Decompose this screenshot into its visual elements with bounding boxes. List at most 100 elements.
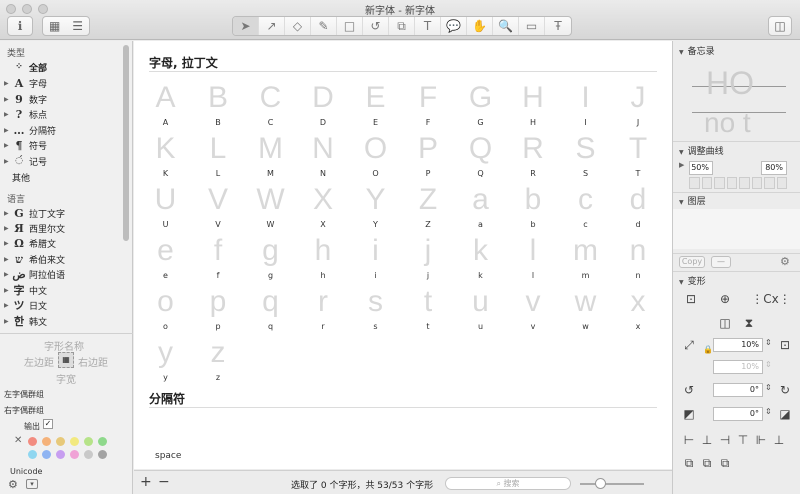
glyph-cell-R[interactable]: RR — [507, 132, 560, 182]
slant-field[interactable]: 0° — [713, 407, 763, 421]
glyph-cell-T[interactable]: TT — [612, 132, 665, 182]
glyph-cell-Z[interactable]: ZZ — [402, 183, 455, 233]
glyph-cell-o[interactable]: oo — [139, 285, 192, 335]
disclosure-triangle-icon[interactable]: ▼ — [679, 279, 684, 286]
align-top-icon[interactable]: ⊤ — [735, 432, 751, 448]
glyph-cell-j[interactable]: jj — [402, 234, 455, 284]
glyph-cell-w[interactable]: ww — [559, 285, 612, 335]
curve-presets[interactable] — [689, 177, 787, 189]
glyph-cell-X[interactable]: XX — [297, 183, 350, 233]
color-swatch-dark-green[interactable] — [98, 437, 107, 446]
sidebar-item-greek[interactable]: ▶ Ω 希腊文 — [4, 236, 56, 250]
align-bottom-icon[interactable]: ⊥ — [771, 432, 787, 448]
select-all-layers-icon[interactable]: ↗ — [259, 17, 285, 35]
glyph-cell-F[interactable]: FF — [402, 81, 455, 131]
glyph-cell-N[interactable]: NN — [297, 132, 350, 182]
lock-icon[interactable]: 🔒 — [703, 345, 713, 354]
glyph-cell-n[interactable]: nn — [612, 234, 665, 284]
disclosure-triangle-icon[interactable]: ▶ — [4, 302, 12, 309]
glyph-cell-l[interactable]: ll — [507, 234, 560, 284]
glyph-cell-a[interactable]: aa — [454, 183, 507, 233]
copy-button[interactable]: Copy — [679, 256, 705, 268]
glyph-cell-b[interactable]: bb — [507, 183, 560, 233]
align-middle-icon[interactable]: ⊩ — [753, 432, 769, 448]
rotate-right-icon[interactable]: ↻ — [777, 382, 793, 398]
disclosure-triangle-icon[interactable]: ▶ — [4, 127, 12, 134]
glyph-cell-v[interactable]: vv — [507, 285, 560, 335]
glyph-cell-u[interactable]: uu — [454, 285, 507, 335]
glyph-cell-r[interactable]: rr — [297, 285, 350, 335]
color-swatch-dark-blue[interactable] — [42, 450, 51, 459]
left-kerning-group-label[interactable]: 左字偶群组 — [4, 389, 44, 400]
zoom-tool-icon[interactable]: 🔍 — [493, 17, 519, 35]
right-kerning-group-label[interactable]: 右字偶群组 — [4, 405, 44, 416]
curve-right-field[interactable]: 80% — [761, 161, 787, 175]
glyph-cell-L[interactable]: LL — [192, 132, 245, 182]
color-swatch-orange[interactable] — [42, 437, 51, 446]
union-icon[interactable]: ⧉ — [681, 455, 697, 471]
align-left-icon[interactable]: ⊢ — [681, 432, 697, 448]
unicode-label[interactable]: Unicode — [10, 467, 42, 476]
disclosure-triangle-icon[interactable]: ▼ — [679, 149, 684, 156]
disclosure-triangle-icon[interactable]: ▼ — [679, 199, 684, 206]
glyph-cell-m[interactable]: mm — [559, 234, 612, 284]
glyph-cell-h[interactable]: hh — [297, 234, 350, 284]
sidebar-item-cyrillic[interactable]: ▶ Я 西里尔文 — [4, 221, 65, 235]
glyph-cell-E[interactable]: EE — [349, 81, 402, 131]
glyph-cell-space[interactable]: space — [155, 451, 181, 461]
slant-stepper[interactable]: ⇕ — [765, 407, 772, 416]
glyph-cell-x[interactable]: xx — [612, 285, 665, 335]
scale-tool-icon[interactable]: ⧉ — [389, 17, 415, 35]
pencil-tool-icon[interactable]: ✎ — [311, 17, 337, 35]
glyph-cell-M[interactable]: MM — [244, 132, 297, 182]
color-swatch-light-blue[interactable] — [28, 450, 37, 459]
color-swatch-brown[interactable] — [56, 437, 65, 446]
remove-glyph-button[interactable]: − — [158, 474, 170, 490]
scale-stepper[interactable]: ⇕ — [765, 338, 772, 347]
disclosure-triangle-icon[interactable]: ▶ — [4, 80, 12, 87]
sidebar-item-all[interactable]: ⁘ 全部 — [4, 60, 47, 74]
slant-right-icon[interactable]: ◪ — [777, 406, 793, 422]
glyph-cell-i[interactable]: ii — [349, 234, 402, 284]
glyph-cell-U[interactable]: UU — [139, 183, 192, 233]
disclosure-triangle-icon[interactable]: ▶ — [4, 271, 12, 278]
sidebar-item-latin[interactable]: ▶ G 拉丁文字 — [4, 206, 65, 220]
glyph-cell-W[interactable]: WW — [244, 183, 297, 233]
toggle-sidebar-button[interactable]: ◫ — [768, 16, 792, 36]
sidebar-item-letters[interactable]: ▶ A 字母 — [4, 76, 47, 90]
glyph-cell-t[interactable]: tt — [402, 285, 455, 335]
scale-icon[interactable]: ⤢ — [681, 337, 697, 353]
transform-origin-icon[interactable]: ⊡ — [683, 291, 699, 307]
slant-left-icon[interactable]: ◩ — [681, 406, 697, 422]
hand-tool-icon[interactable]: ✋ — [467, 17, 493, 35]
add-glyph-button[interactable]: + — [140, 474, 152, 490]
right-sidebearing-label[interactable]: 右边距 — [78, 354, 108, 369]
disclosure-triangle-icon[interactable]: ▼ — [679, 49, 684, 56]
glyph-cell-I[interactable]: II — [559, 81, 612, 131]
sidebar-item-punctuation[interactable]: ▶ ? 标点 — [4, 107, 47, 121]
glyph-cell-c[interactable]: cc — [559, 183, 612, 233]
glyph-cell-q[interactable]: qq — [244, 285, 297, 335]
align-center-h-icon[interactable]: ⊥ — [699, 432, 715, 448]
sidebar-item-korean[interactable]: ▶ 한 韩文 — [4, 314, 47, 328]
disclosure-triangle-icon[interactable]: ▶ — [4, 287, 12, 294]
glyph-cell-Q[interactable]: QQ — [454, 132, 507, 182]
rectangle-tool-icon[interactable]: □ — [337, 17, 363, 35]
glyph-cell-D[interactable]: DD — [297, 81, 350, 131]
glyph-cell-C[interactable]: CC — [244, 81, 297, 131]
left-sidebearing-label[interactable]: 左边距 — [24, 354, 54, 369]
sidebar-item-japanese[interactable]: ▶ ツ 日文 — [4, 298, 47, 312]
layers-list[interactable] — [673, 209, 800, 249]
scale-y-stepper[interactable]: ⇕ — [765, 360, 772, 369]
measure-tool-icon[interactable]: ▭ — [519, 17, 545, 35]
scale-y-field[interactable]: 10% — [713, 360, 763, 374]
glyph-cell-P[interactable]: PP — [402, 132, 455, 182]
cx-origin-icon[interactable]: ⋮Cx⋮ — [751, 291, 791, 307]
sidebar-item-numbers[interactable]: ▶ 9 数字 — [4, 92, 47, 106]
type-tool-icon[interactable]: Ŧ — [545, 17, 571, 35]
select-tool-icon[interactable]: ➤ — [233, 17, 259, 35]
disclosure-triangle-icon[interactable]: ▶ — [4, 158, 12, 165]
rotate-field[interactable]: 0° — [713, 383, 763, 397]
dropdown-icon[interactable]: ▾ — [26, 479, 38, 489]
disclosure-triangle-icon[interactable]: ▶ — [4, 111, 12, 118]
